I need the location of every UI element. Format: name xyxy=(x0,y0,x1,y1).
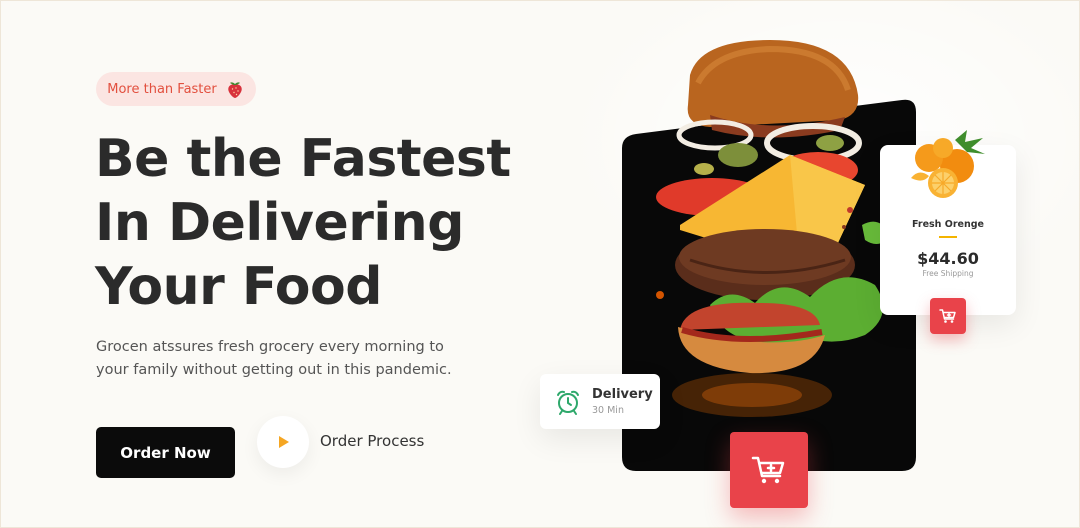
order-now-button[interactable]: Order Now xyxy=(96,427,235,478)
badge-label: More than Faster xyxy=(107,81,217,97)
product-price: $44.60 xyxy=(917,249,979,268)
product-divider xyxy=(939,236,957,238)
product-name: Fresh Orenge xyxy=(912,219,984,230)
delivery-text: Delivery 30 Min xyxy=(592,387,653,416)
headline-line-1: Be the Fastest xyxy=(95,129,511,189)
hero-description: Grocen atssures fresh grocery every morn… xyxy=(96,339,452,378)
shopping-cart-add-icon xyxy=(751,456,785,484)
burger-image xyxy=(656,40,890,374)
play-button[interactable] xyxy=(257,416,309,468)
delivery-card: Delivery 30 Min xyxy=(540,374,660,429)
add-to-cart-button[interactable] xyxy=(730,432,808,508)
product-shipping: Free Shipping xyxy=(922,269,974,278)
headline-line-3: Your Food xyxy=(95,257,382,317)
strawberry-icon xyxy=(228,82,242,98)
delivery-time: 30 Min xyxy=(592,405,624,416)
alarm-clock-icon xyxy=(557,390,579,415)
play-icon xyxy=(279,436,289,448)
order-process-link[interactable]: Order Process xyxy=(320,432,424,450)
delivery-title: Delivery xyxy=(592,387,653,402)
hero-headline: Be the Fastest In Delivering Your Food xyxy=(95,127,535,319)
product-add-to-cart-button[interactable] xyxy=(930,298,966,334)
headline-line-2: In Delivering xyxy=(95,193,464,253)
hero-badge: More than Faster xyxy=(96,72,256,106)
orange-fruit-image xyxy=(911,130,985,198)
shopping-cart-add-icon xyxy=(939,309,956,323)
